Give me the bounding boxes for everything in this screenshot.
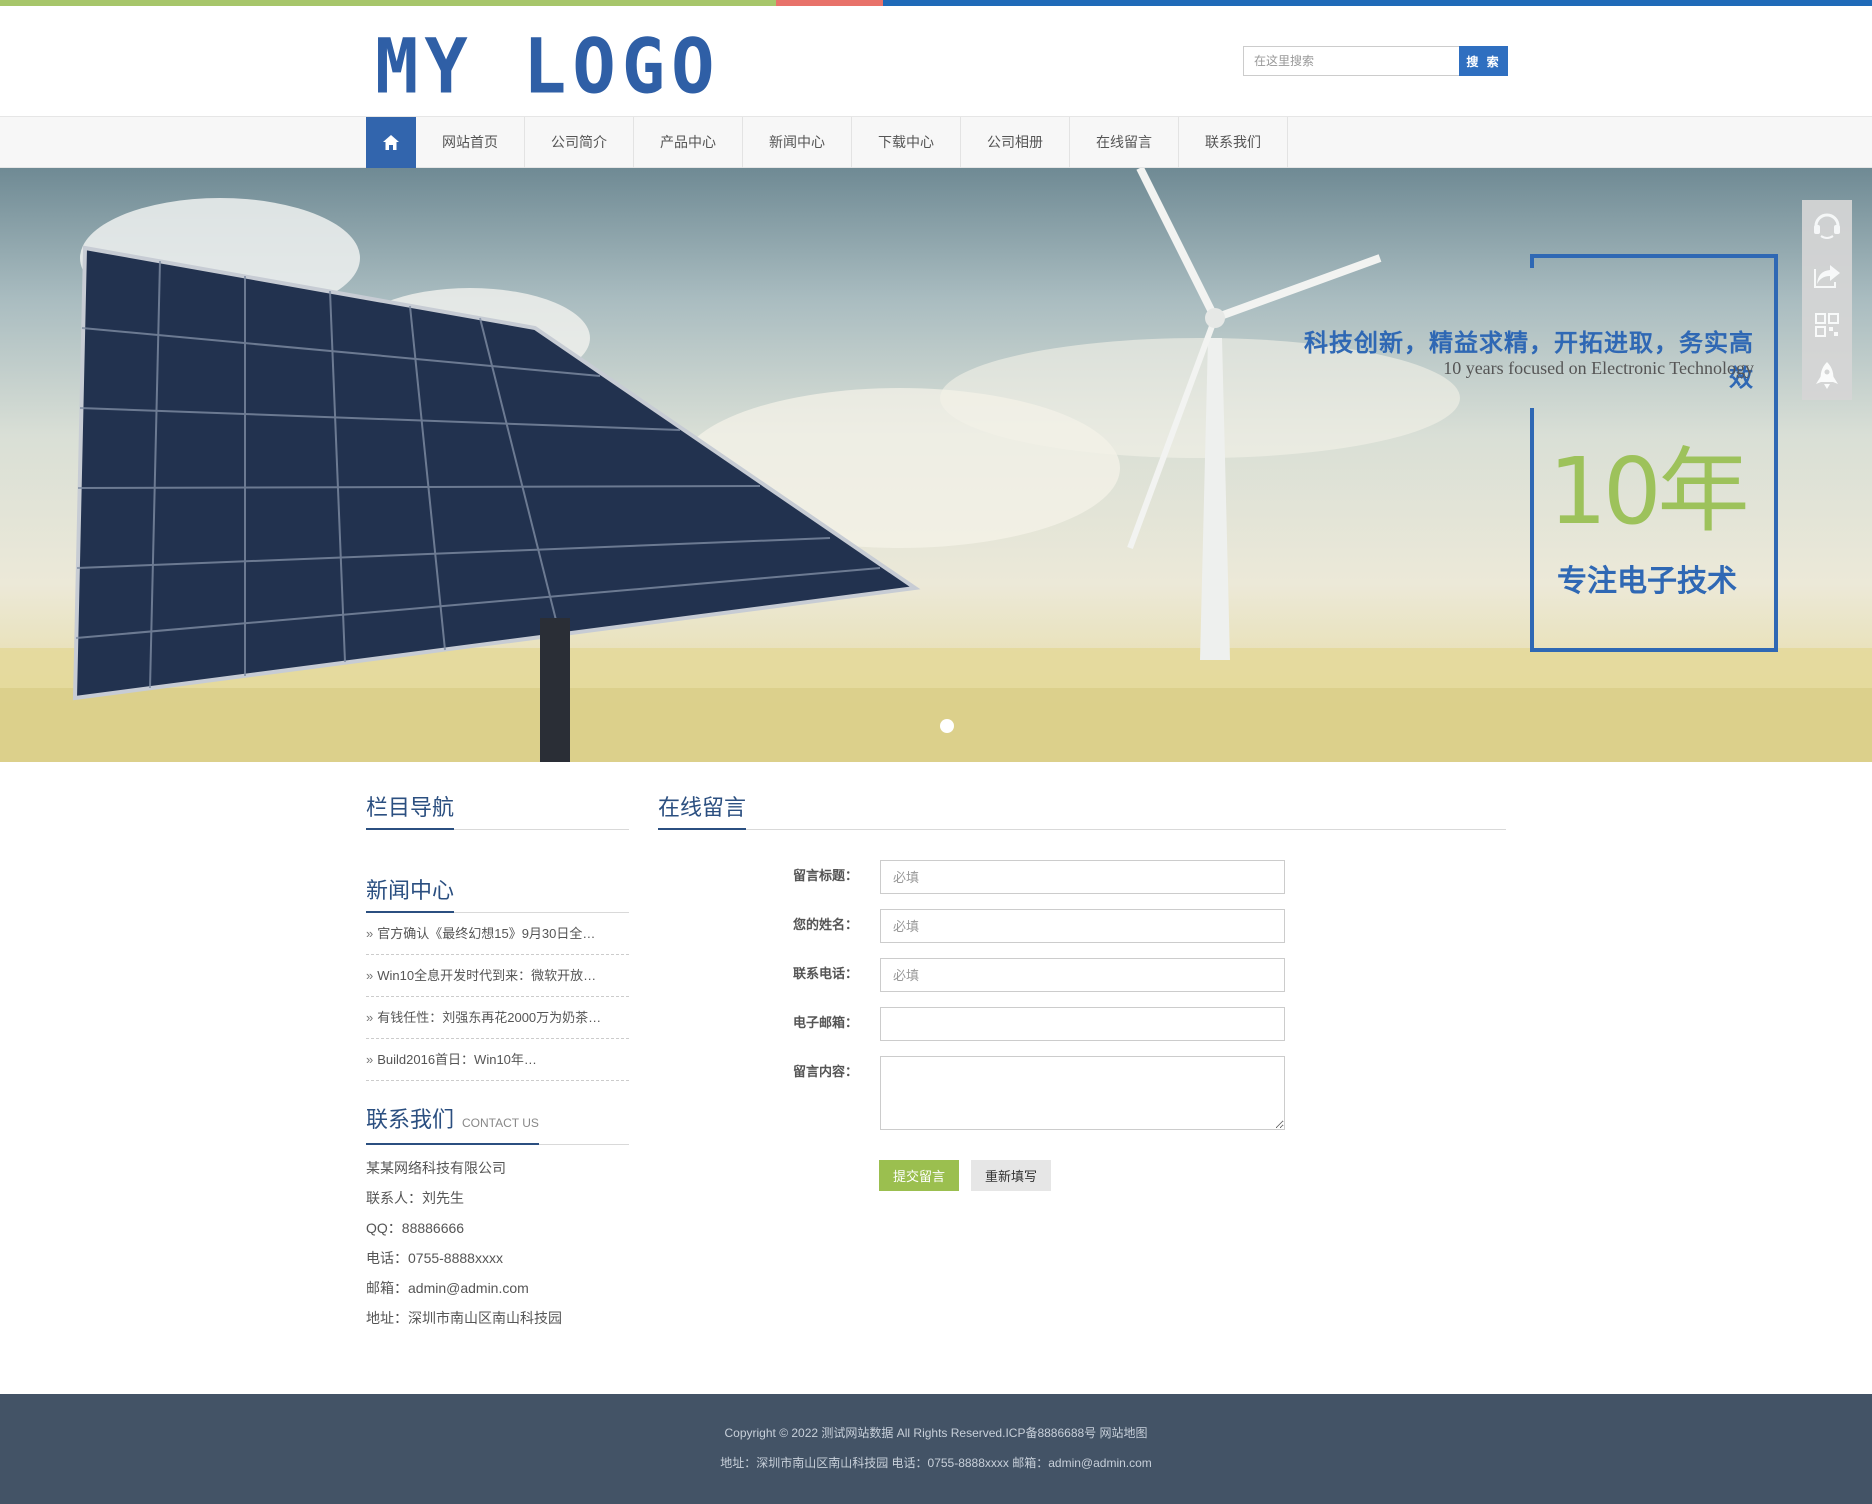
search-bar: 搜 索 <box>1243 46 1508 76</box>
logo-text: MY LOGO <box>375 21 721 111</box>
side-toolbar <box>1802 200 1852 400</box>
nav-item-products[interactable]: 产品中心 <box>634 117 743 168</box>
search-input[interactable] <box>1243 46 1459 76</box>
site-footer: Copyright © 2022 测试网站数据 All Rights Reser… <box>0 1394 1872 1504</box>
contact-qq: QQ：88886666 <box>366 1220 465 1236</box>
news-item-title: 有钱任性：刘强东再花2000万为奶茶… <box>377 1010 602 1025</box>
side-tool-service[interactable] <box>1802 200 1852 250</box>
contact-section-title: 联系我们 CONTACT US <box>366 1105 629 1145</box>
banner-subtitle: 10 years focused on Electronic Technolog… <box>1443 358 1754 378</box>
banner-years: 10年 <box>1548 438 1749 545</box>
nav-item-message[interactable]: 在线留言 <box>1070 117 1179 168</box>
message-heading: 在线留言 <box>658 795 747 830</box>
hero-banner[interactable]: 科技创新，精益求精，开拓进取，务实高效 10 years focused on … <box>0 168 1872 762</box>
nav-items: 网站首页 公司简介 产品中心 新闻中心 下载中心 公司相册 在线留言 联系我们 <box>366 117 1288 168</box>
subject-field[interactable] <box>880 860 1285 894</box>
name-field[interactable] <box>880 909 1285 943</box>
news-list: » 官方确认《最终幻想15》9月30日全… » Win10全息开发时代到来：微软开放… <box>366 913 629 1081</box>
main-nav: 网站首页 公司简介 产品中心 新闻中心 下载中心 公司相册 在线留言 联系我们 <box>0 116 1872 168</box>
contact-address: 地址：深圳市南山区南山科技园 <box>366 1310 562 1326</box>
side-tool-share[interactable] <box>1802 250 1852 300</box>
contact-heading-cn: 联系我们 <box>366 1107 455 1132</box>
nav-item-home[interactable]: 网站首页 <box>416 117 525 168</box>
news-item[interactable]: » 有钱任性：刘强东再花2000万为奶茶… <box>366 997 629 1039</box>
contact-email: 邮箱：admin@admin.com <box>366 1280 529 1296</box>
phone-label: 联系电话： <box>792 967 858 982</box>
news-item-title: Win10全息开发时代到来：微软开放… <box>377 968 597 983</box>
main-content: 在线留言 留言标题： 您的姓名： 联系电话： 电子邮箱： 留言内容： 提交留言 … <box>658 790 1506 1191</box>
side-tool-top[interactable] <box>1802 350 1852 400</box>
form-row-content: 留言内容： <box>780 1056 1285 1130</box>
email-field[interactable] <box>880 1007 1285 1041</box>
news-item-title: 官方确认《最终幻想15》9月30日全… <box>377 926 596 941</box>
form-row-phone: 联系电话： <box>780 958 1285 1007</box>
site-header: MY LOGO 搜 索 <box>0 6 1872 116</box>
phone-field[interactable] <box>880 958 1285 992</box>
contact-company: 某某网络科技有限公司 <box>366 1160 506 1176</box>
contact-phone: 电话：0755-8888xxxx <box>366 1250 503 1266</box>
contact-person: 联系人：刘先生 <box>366 1190 464 1206</box>
contact-heading: 联系我们 CONTACT US <box>366 1107 539 1145</box>
submit-button[interactable]: 提交留言 <box>879 1160 959 1191</box>
headset-icon <box>1814 213 1840 239</box>
nav-item-download[interactable]: 下载中心 <box>852 117 961 168</box>
nav-home[interactable] <box>366 117 416 168</box>
nav-item-about[interactable]: 公司简介 <box>525 117 634 168</box>
category-nav-title: 栏目导航 <box>366 790 629 830</box>
nav-item-contact[interactable]: 联系我们 <box>1179 117 1288 168</box>
news-item[interactable]: » 官方确认《最终幻想15》9月30日全… <box>366 913 629 955</box>
news-item[interactable]: » Build2016首日：Win10年… <box>366 1039 629 1081</box>
qrcode-icon <box>1815 313 1839 337</box>
name-label: 您的姓名： <box>792 918 858 933</box>
share-icon <box>1814 265 1840 288</box>
message-form: 留言标题： 您的姓名： 联系电话： 电子邮箱： 留言内容： <box>780 860 1285 1130</box>
news-heading: 新闻中心 <box>366 878 455 913</box>
nav-item-news[interactable]: 新闻中心 <box>743 117 852 168</box>
home-icon <box>383 135 399 150</box>
rocket-icon <box>1816 362 1838 389</box>
content-label: 留言内容： <box>792 1065 858 1080</box>
sidebar: 栏目导航 新闻中心 » 官方确认《最终幻想15》9月30日全… » Win10全息开… <box>366 790 629 1333</box>
footer-copyright: Copyright © 2022 测试网站数据 All Rights Reser… <box>724 1426 1148 1440</box>
form-row-email: 电子邮箱： <box>780 1007 1285 1056</box>
slider-dot[interactable] <box>940 719 954 733</box>
form-row-subject: 留言标题： <box>780 860 1285 909</box>
category-nav-heading: 栏目导航 <box>366 795 455 830</box>
subject-label: 留言标题： <box>792 869 858 884</box>
nav-item-album[interactable]: 公司相册 <box>961 117 1070 168</box>
content-field[interactable] <box>880 1056 1285 1130</box>
email-label: 电子邮箱： <box>792 1016 858 1031</box>
form-row-name: 您的姓名： <box>780 909 1285 958</box>
news-item[interactable]: » Win10全息开发时代到来：微软开放… <box>366 955 629 997</box>
message-section-title: 在线留言 <box>658 790 1506 830</box>
banner-tagline: 专注电子技术 <box>1557 564 1737 599</box>
news-section-title: 新闻中心 <box>366 873 629 913</box>
search-button[interactable]: 搜 索 <box>1459 46 1508 76</box>
site-logo[interactable]: MY LOGO <box>375 21 721 111</box>
news-item-title: Build2016首日：Win10年… <box>377 1052 537 1067</box>
footer-address: 地址：深圳市南山区南山科技园 电话：0755-8888xxxx 邮箱：admin… <box>720 1456 1152 1470</box>
reset-button[interactable]: 重新填写 <box>971 1160 1051 1191</box>
form-actions: 提交留言 重新填写 <box>879 1160 1051 1191</box>
side-tool-qrcode[interactable] <box>1802 300 1852 350</box>
contact-heading-en: CONTACT US <box>462 1116 539 1130</box>
